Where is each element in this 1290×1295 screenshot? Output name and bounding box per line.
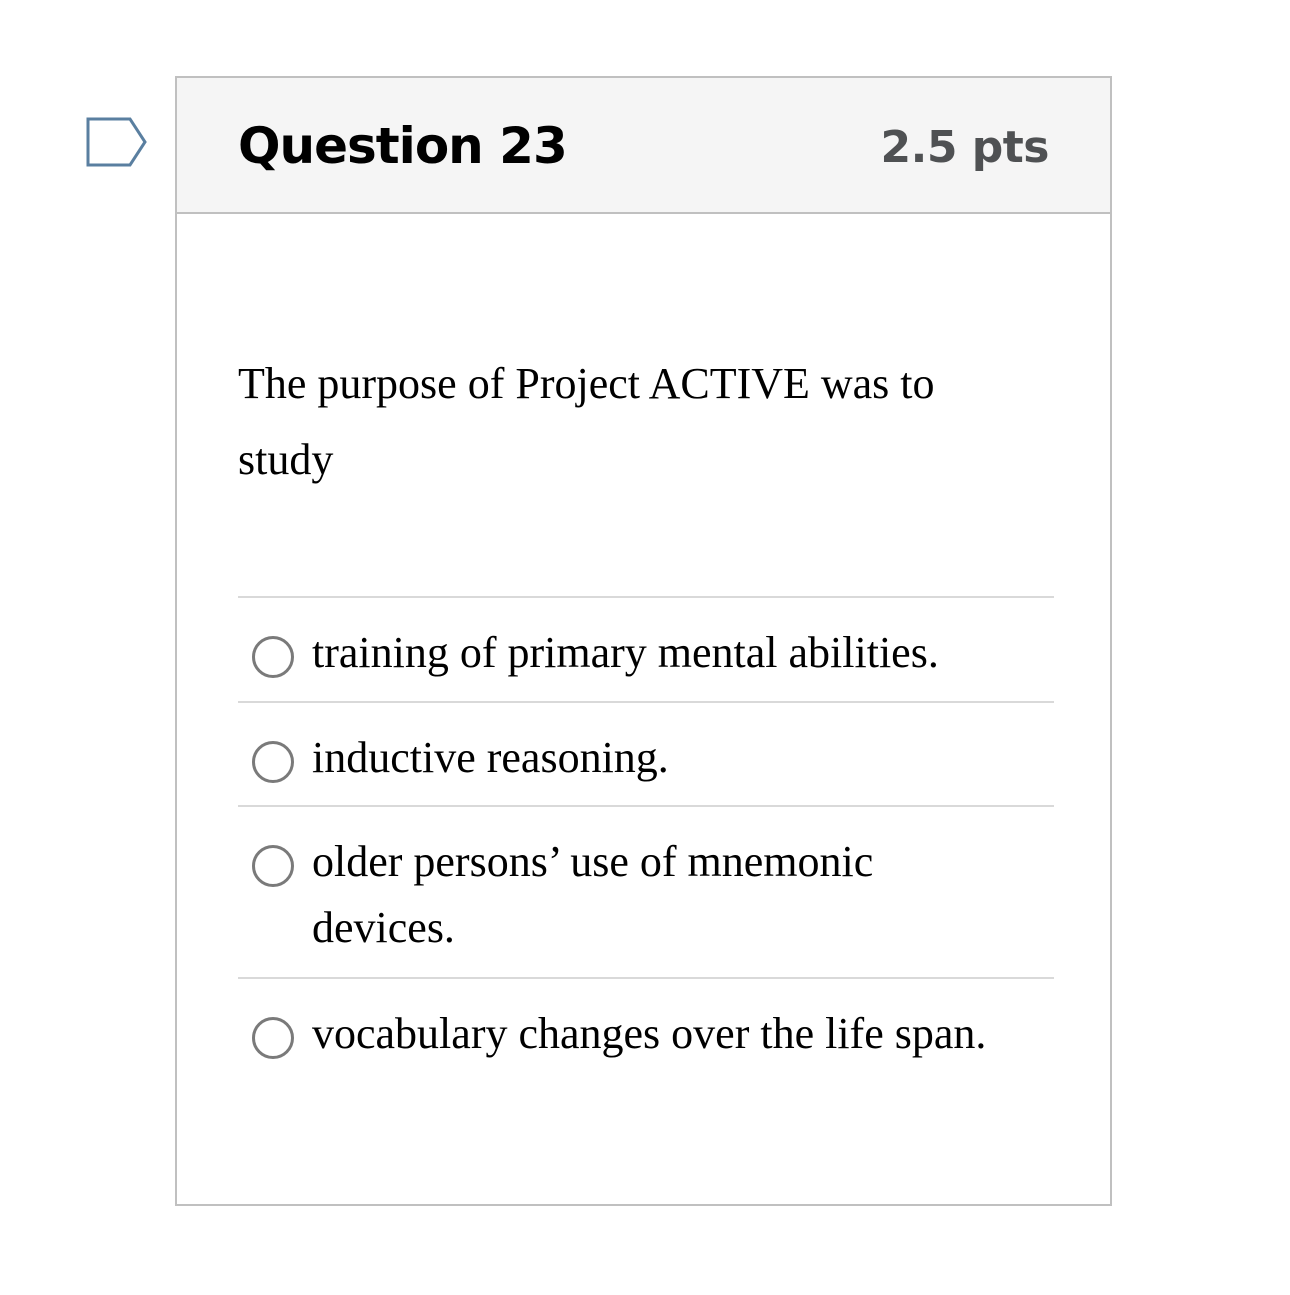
answer-list: training of primary mental abilities. in…	[238, 596, 1054, 1139]
question-card: Question 23 2.5 pts The purpose of Proje…	[175, 76, 1112, 1206]
answer-label[interactable]: vocabulary changes over the life span.	[312, 979, 1012, 1081]
question-header: Question 23 2.5 pts	[177, 78, 1110, 214]
radio-button[interactable]	[252, 636, 294, 678]
answer-option[interactable]: inductive reasoning.	[238, 703, 1054, 807]
question-text: The purpose of Project ACTIVE was to stu…	[238, 359, 935, 484]
radio-button[interactable]	[252, 741, 294, 783]
answer-label[interactable]: older persons’ use of mnemonic devices.	[312, 807, 1012, 975]
question-title: Question 23	[238, 117, 568, 175]
answer-option[interactable]: training of primary mental abilities.	[238, 598, 1054, 703]
answer-label[interactable]: inductive reasoning.	[312, 703, 1012, 805]
question-points: 2.5 pts	[880, 122, 1050, 173]
flag-question-icon[interactable]	[86, 117, 148, 167]
answer-option[interactable]: vocabulary changes over the life span.	[238, 979, 1054, 1139]
radio-button[interactable]	[252, 1017, 294, 1059]
radio-button[interactable]	[252, 845, 294, 887]
answer-label[interactable]: training of primary mental abilities.	[312, 598, 1012, 700]
answer-option[interactable]: older persons’ use of mnemonic devices.	[238, 807, 1054, 979]
